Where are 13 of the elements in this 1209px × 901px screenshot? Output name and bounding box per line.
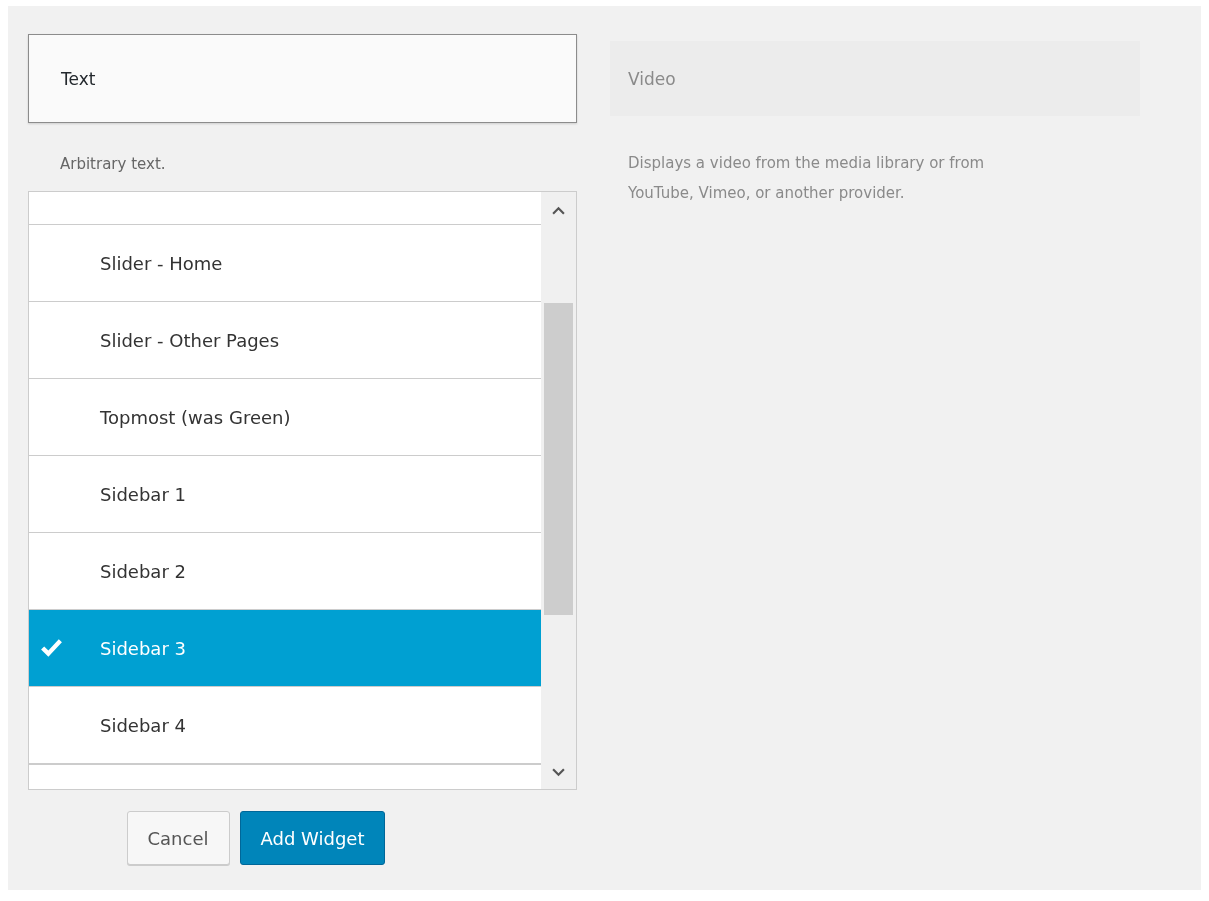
widget-description: Displays a video from the media library or from YouTube, Vimeo, or another provider. <box>627 153 986 202</box>
scroll-up-icon[interactable] <box>552 206 565 215</box>
scrollbar-thumb[interactable] <box>544 303 573 615</box>
sidebar-listbox[interactable]: Slider - Home Slider - Other Pages Topmost (was Green) Sidebar 1 Sidebar 2 Sidebar 3 Sidebar 4 <box>28 191 577 790</box>
checkmark-icon <box>39 637 64 659</box>
add-widget-button[interactable]: Add Widget <box>239 811 386 865</box>
cancel-button[interactable]: Cancel <box>126 811 230 865</box>
scroll-down-icon[interactable] <box>552 768 565 777</box>
widget-title: Video <box>628 68 676 89</box>
scrollbar[interactable] <box>541 192 576 789</box>
widget-description: Arbitrary text. <box>59 154 167 175</box>
widget-title: Text <box>61 68 96 89</box>
widget-header[interactable]: Text <box>28 34 577 123</box>
